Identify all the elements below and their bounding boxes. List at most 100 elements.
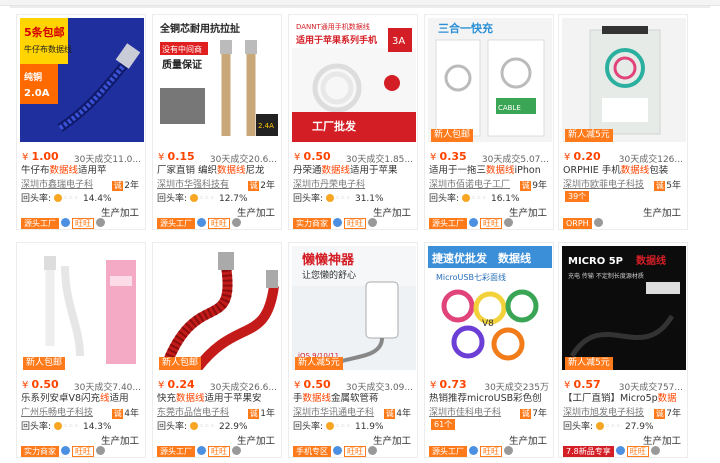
service-badge[interactable]: 旺旺 [72, 446, 94, 457]
service-badge[interactable]: ORPH [563, 218, 592, 229]
years-value: 4年 [396, 409, 411, 419]
service-badge[interactable]: 源头工厂 [21, 218, 59, 229]
service-badge[interactable]: 源头工厂 [429, 218, 467, 229]
rate-label: 回头率: [157, 422, 188, 432]
shop-link[interactable]: 深圳市佳科电子科 [429, 407, 517, 417]
product-card[interactable]: 新人包邮 ¥ 0.50 30天成交7.40... 乐系列安卓V8闪充线适用 广州乐畅电子… [16, 242, 146, 458]
compare-icon[interactable] [593, 218, 603, 227]
product-title[interactable]: 厂家直销 编织数据线尼龙 [157, 165, 279, 177]
service-badge[interactable]: 旺旺 [480, 446, 502, 457]
product-title[interactable]: 适用于一拖三数据线iPhon [429, 165, 551, 177]
service-badge[interactable]: 手机专区 [293, 446, 331, 457]
product-title[interactable]: 快充数据线适用于苹果安 [157, 393, 279, 405]
service-badge[interactable]: 实力商家 [293, 218, 331, 229]
shop-link[interactable]: 深圳市丹荣电子科 [293, 179, 381, 189]
shop-icon: 诚 [654, 409, 666, 419]
compare-icon[interactable] [96, 446, 105, 455]
price-value: 0.20 [573, 150, 601, 163]
shop-icon: 诚 [112, 181, 124, 191]
product-image[interactable]: MICRO 5P 数据线 充电 传输 不定制长度源材质 新人减5元 [562, 246, 686, 370]
product-title[interactable]: 手数据线金属软管蒋 [293, 393, 415, 405]
wangwang-icon[interactable] [469, 446, 478, 455]
shop-link[interactable]: 广州乐畅电子科技 [21, 407, 109, 417]
service-badge[interactable]: 源头工厂 [157, 446, 195, 457]
title-text: 乐系列安卓V8闪充 [21, 393, 101, 404]
business-type: 生产加工 [508, 436, 547, 447]
product-card[interactable]: 懒懒神器 让您懒的舒心 iOS 9/10/11 新人减5元 ¥ 0.50 30天成交3.0… [288, 242, 418, 458]
service-badge[interactable]: 实力商家 [21, 446, 59, 457]
wangwang-icon[interactable] [197, 446, 206, 455]
wangwang-icon[interactable] [61, 218, 70, 227]
service-badge[interactable]: 源头工厂 [429, 446, 467, 457]
price-value: 0.50 [303, 378, 331, 391]
wangwang-icon[interactable] [333, 446, 342, 455]
service-badge[interactable]: 旺旺 [344, 446, 366, 457]
shop-link[interactable]: 深圳市华强科技有 [157, 179, 245, 189]
service-badge[interactable]: 旺旺 [480, 218, 502, 229]
product-title[interactable]: 【工厂直销】Micro5p数据 [563, 393, 685, 405]
svg-text:牛仔布数据线: 牛仔布数据线 [24, 44, 72, 54]
product-image[interactable]: 懒懒神器 让您懒的舒心 iOS 9/10/11 新人减5元 [292, 246, 416, 370]
title-text: 适用于一拖三 [429, 165, 487, 176]
wangwang-icon[interactable] [197, 218, 206, 227]
product-card[interactable]: 三合一快充 CABLE 新人包邮 ¥ 0.35 30天成交5.07... 适用于一拖三数据… [424, 14, 554, 230]
product-image[interactable]: 新人包邮 [20, 246, 144, 370]
product-card[interactable]: 新人包邮 ¥ 0.24 30天成交26.6... 快充数据线适用于苹果安 东莞市品信电子… [152, 242, 282, 458]
product-card[interactable]: 全铜芯耐用抗拉扯 没有中间商 质量保证 2.4A ¥ 0.15 30天成交20.6... 厂… [152, 14, 282, 230]
product-card[interactable]: 捷速优批发 数据线 MicroUSB七彩面线 V8 ¥ 0.73 30天成交235万 热销推… [424, 242, 554, 458]
product-image[interactable]: 新人包邮 [156, 246, 280, 370]
rate-label: 回头率: [293, 194, 324, 204]
compare-icon[interactable] [504, 218, 513, 227]
wangwang-icon[interactable] [469, 218, 478, 227]
product-card[interactable]: 5条包邮 牛仔布数据线 纯铜 2.0A ¥ 1.00 30天成交11.0... 牛仔布数据线… [16, 14, 146, 230]
product-image[interactable]: 三合一快充 CABLE 新人包邮 [428, 18, 552, 142]
product-image[interactable]: DANNT通用手机数据线 适用于苹果系列手机 3A 工厂批发 [292, 18, 416, 142]
service-badge[interactable]: 旺旺 [344, 218, 366, 229]
service-badge[interactable]: 源头工厂 [157, 218, 195, 229]
compare-icon[interactable] [650, 446, 660, 455]
service-badge[interactable]: 旺旺 [72, 218, 94, 229]
product-image[interactable]: 5条包邮 牛仔布数据线 纯铜 2.0A [20, 18, 144, 142]
promo-tag: 新人减5元 [565, 357, 613, 370]
business-type: 生产加工 [642, 208, 681, 219]
wangwang-icon[interactable] [333, 218, 342, 227]
compare-icon[interactable] [368, 218, 377, 227]
compare-icon[interactable] [504, 446, 513, 455]
service-badge[interactable]: 旺旺 [208, 446, 230, 457]
product-title[interactable]: 牛仔布数据线适用苹 [21, 165, 143, 177]
product-card[interactable]: DANNT通用手机数据线 适用于苹果系列手机 3A 工厂批发 ¥ 0.50 30天成交1.… [288, 14, 418, 230]
product-title[interactable]: 丹荣通数据线适用于苹果 [293, 165, 415, 177]
shop-link[interactable]: 深圳市欧菲电子科技 [563, 179, 651, 189]
rate-value: 14.4% [82, 194, 112, 204]
product-image[interactable]: 全铜芯耐用抗拉扯 没有中间商 质量保证 2.4A [156, 18, 280, 142]
svg-text:CABLE: CABLE [498, 104, 521, 112]
service-badge[interactable]: 旺旺 [626, 446, 649, 457]
repurchase-rate: 回头率: ◦◦◦ 16.1% [429, 191, 520, 204]
rate-dots: ◦◦◦ [605, 422, 621, 432]
product-card[interactable]: MICRO 5P 数据线 充电 传输 不定制长度源材质 新人减5元 ¥ 0.57 30天成… [558, 242, 688, 458]
shop-link[interactable]: 东莞市品信电子科 [157, 407, 245, 417]
shop-link[interactable]: 深圳市鑫瑞电子科 [21, 179, 109, 189]
compare-icon[interactable] [96, 218, 105, 227]
business-type: 生产加工 [508, 208, 547, 219]
compare-icon[interactable] [232, 446, 241, 455]
compare-icon[interactable] [368, 446, 377, 455]
product-price: ¥ 0.50 [294, 378, 331, 391]
product-image[interactable]: 新人减5元 [562, 18, 686, 142]
service-badge[interactable]: 7.8新品专享 [563, 446, 614, 457]
product-title[interactable]: 热销推荐microUSB彩色创 [429, 393, 551, 405]
product-card[interactable]: 新人减5元 ¥ 0.20 30天成交126... ORPHIE 手机数据线包装 深圳市欧… [558, 14, 688, 230]
product-image[interactable]: 捷速优批发 数据线 MicroUSB七彩面线 V8 [428, 246, 552, 370]
title-highlight: 数据线 [49, 165, 79, 176]
compare-icon[interactable] [232, 218, 241, 227]
shop-link[interactable]: 深圳市旭发电子科技 [563, 407, 651, 417]
service-badge[interactable]: 旺旺 [208, 218, 230, 229]
product-title[interactable]: 乐系列安卓V8闪充线适用 [21, 393, 143, 405]
wangwang-icon[interactable] [615, 446, 625, 455]
shop-link[interactable]: 深圳市佰诺电子工厂 [429, 179, 517, 189]
product-title[interactable]: ORPHIE 手机数据线包装 [563, 165, 685, 177]
repurchase-rate: 回头率: ◦◦◦ 22.9% [157, 419, 248, 432]
shop-link[interactable]: 深圳市华讯通电子科 [293, 407, 381, 417]
title-text: 金属软管蒋 [331, 393, 379, 404]
wangwang-icon[interactable] [61, 446, 70, 455]
